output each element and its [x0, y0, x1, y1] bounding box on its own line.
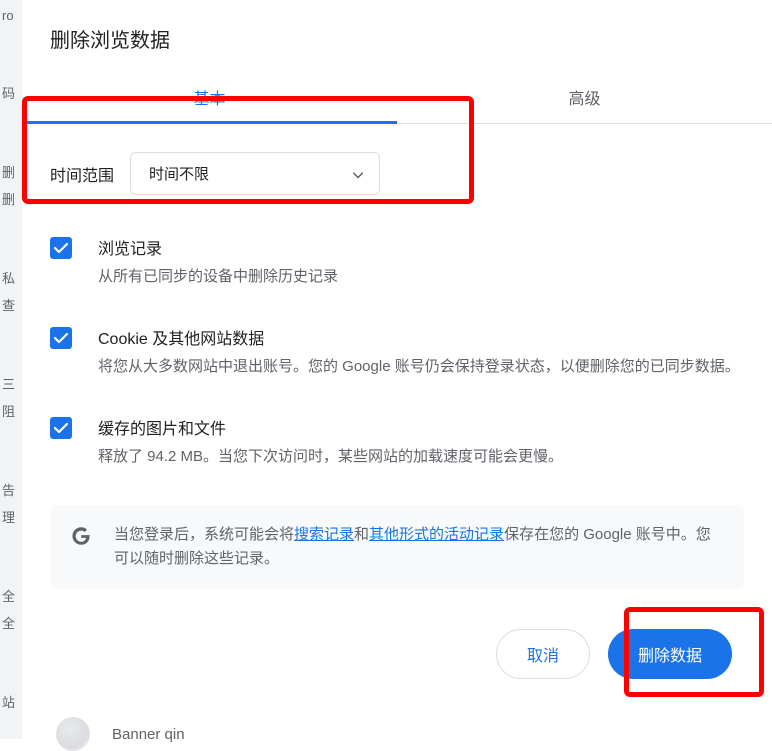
avatar: [56, 717, 90, 751]
option-browsing-history: 浏览记录 从所有已同步的设备中删除历史记录: [50, 235, 744, 289]
time-range-row: 时间范围 时间不限: [50, 152, 744, 195]
info-text: 当您登录后，系统可能会将搜索记录和其他形式的活动记录保存在您的 Google 账…: [114, 523, 724, 571]
checkmark-icon: [54, 423, 68, 434]
tab-basic-label: 基本: [193, 91, 225, 108]
tabs: 基本 高级: [22, 73, 772, 124]
cookies-desc: 将您从大多数网站中退出账号。您的 Google 账号仍会保持登录状态，以便删除您…: [98, 355, 744, 379]
browsing-history-title: 浏览记录: [98, 235, 744, 259]
checkbox-browsing-history[interactable]: [50, 237, 72, 259]
chevron-down-icon: [353, 165, 363, 182]
checkmark-icon: [54, 243, 68, 254]
cancel-button[interactable]: 取消: [496, 629, 590, 679]
tab-basic[interactable]: 基本: [22, 73, 397, 123]
browsing-history-desc: 从所有已同步的设备中删除历史记录: [98, 265, 744, 289]
time-range-selected: 时间不限: [149, 163, 209, 184]
google-account-info: 当您登录后，系统可能会将搜索记录和其他形式的活动记录保存在您的 Google 账…: [50, 505, 744, 589]
option-cookies: Cookie 及其他网站数据 将您从大多数网站中退出账号。您的 Google 账…: [50, 325, 744, 379]
clear-data-button[interactable]: 删除数据: [608, 629, 732, 679]
tab-advanced[interactable]: 高级: [397, 73, 772, 123]
google-icon: [70, 525, 92, 547]
cache-size: 94.2 MB: [147, 448, 203, 465]
cache-title: 缓存的图片和文件: [98, 415, 744, 439]
option-cache: 缓存的图片和文件 释放了 94.2 MB。当您下次访问时，某些网站的加载速度可能…: [50, 415, 744, 469]
cookies-title: Cookie 及其他网站数据: [98, 325, 744, 349]
link-other-activity[interactable]: 其他形式的活动记录: [369, 526, 504, 543]
cache-desc: 释放了 94.2 MB。当您下次访问时，某些网站的加载速度可能会更慢。: [98, 445, 744, 469]
clear-browsing-data-dialog: 删除浏览数据 基本 高级 时间范围 时间不限 浏览记录 从所有已同步的设备: [22, 0, 772, 739]
background-sidebar-sliver: ro 码 删 删 私 查 三 阻 告 理 全 全 站: [0, 0, 22, 739]
checkbox-cookies[interactable]: [50, 327, 72, 349]
link-search-history[interactable]: 搜索记录: [294, 526, 354, 543]
checkbox-cache[interactable]: [50, 417, 72, 439]
dialog-title: 删除浏览数据: [22, 0, 772, 73]
dialog-content: 时间范围 时间不限 浏览记录 从所有已同步的设备中删除历史记录 Cook: [22, 124, 772, 589]
user-row: Banner qin: [22, 699, 772, 751]
tab-advanced-label: 高级: [568, 91, 600, 108]
time-range-label: 时间范围: [50, 162, 114, 186]
checkmark-icon: [54, 333, 68, 344]
time-range-select[interactable]: 时间不限: [130, 152, 380, 195]
user-name: Banner qin: [112, 726, 185, 743]
dialog-footer: 取消 删除数据: [22, 589, 772, 699]
